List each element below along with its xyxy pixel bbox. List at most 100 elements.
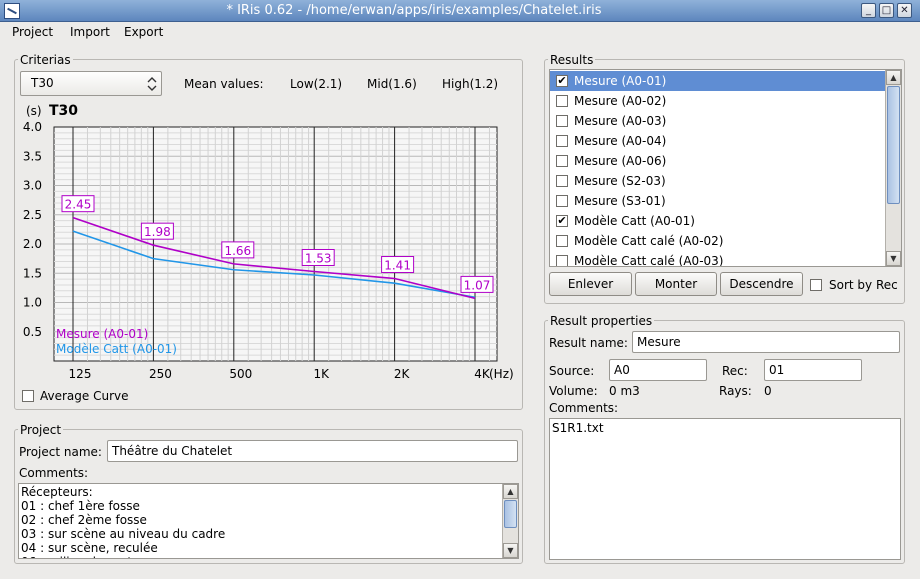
scroll-down-icon[interactable]: ▼ bbox=[503, 543, 518, 558]
result-comments-textarea[interactable]: S1R1.txt bbox=[549, 418, 901, 560]
project-name-field[interactable]: Théâtre du Chatelet bbox=[107, 440, 518, 462]
result-list-item[interactable]: Modèle Catt calé (A0-03) bbox=[550, 251, 886, 266]
source-field[interactable]: A0 bbox=[609, 359, 707, 381]
result-item-checkbox[interactable] bbox=[556, 115, 568, 127]
t30-chart: 4.03.53.02.52.01.51.00.5 125 250 500 1K 2K 4K… bbox=[23, 103, 514, 381]
data-label-text: 1.53 bbox=[305, 251, 332, 265]
chart-title: T30 bbox=[49, 103, 78, 119]
scroll-down-icon[interactable]: ▼ bbox=[886, 251, 901, 266]
app-icon bbox=[4, 3, 20, 19]
comment-line: 02 : chef 2ème fosse bbox=[21, 513, 147, 527]
mean-mid: Mid(1.6) bbox=[367, 77, 417, 91]
maximize-button[interactable]: □ bbox=[879, 3, 894, 18]
scroll-thumb[interactable] bbox=[887, 86, 900, 204]
result-name-label: Result name: bbox=[549, 336, 628, 350]
menu-bar: Project Import Export bbox=[0, 22, 920, 42]
result-item-label: Mesure (A0-02) bbox=[574, 94, 667, 108]
average-curve-checkbox[interactable] bbox=[22, 390, 34, 402]
x-axis-unit: (Hz) bbox=[489, 367, 514, 381]
close-button[interactable]: ✕ bbox=[897, 3, 912, 18]
menu-import[interactable]: Import bbox=[70, 24, 110, 40]
criteria-select[interactable]: T30 bbox=[20, 71, 162, 96]
chart-grid bbox=[54, 127, 497, 361]
project-comments-textarea[interactable]: Récepteurs: 01 : chef 1ère fosse 02 : chef… bbox=[18, 483, 519, 559]
criteria-select-value: T30 bbox=[31, 76, 54, 90]
result-list-item[interactable]: ✔ Modèle Catt (A0-01) bbox=[550, 211, 886, 231]
scroll-thumb[interactable] bbox=[504, 500, 517, 528]
x-tick-label: 1K bbox=[313, 367, 330, 381]
rec-field[interactable]: 01 bbox=[764, 359, 862, 381]
move-up-button[interactable]: Monter bbox=[635, 272, 717, 296]
y-axis-unit: (s) bbox=[26, 104, 42, 118]
result-item-checkbox[interactable] bbox=[556, 135, 568, 147]
project-comments-scrollbar[interactable]: ▲ ▼ bbox=[502, 484, 518, 558]
remove-button[interactable]: Enlever bbox=[549, 272, 632, 296]
scroll-up-icon[interactable]: ▲ bbox=[503, 484, 518, 499]
source-label: Source: bbox=[549, 364, 595, 378]
data-label-text: 1.07 bbox=[464, 278, 491, 292]
data-label: 1.07 bbox=[460, 275, 494, 293]
result-item-checkbox[interactable]: ✔ bbox=[556, 215, 568, 227]
y-tick-label: 0.5 bbox=[23, 325, 42, 339]
y-tick-label: 1.0 bbox=[23, 296, 42, 310]
window-title: * IRis 0.62 - /home/erwan/apps/iris/exam… bbox=[226, 3, 602, 18]
result-item-checkbox[interactable] bbox=[556, 155, 568, 167]
comment-line: 04 : sur scène, reculée bbox=[21, 541, 158, 555]
result-list-item[interactable]: Mesure (S3-01) bbox=[550, 191, 886, 211]
result-item-label: Mesure (S3-01) bbox=[574, 194, 666, 208]
data-label: 1.66 bbox=[221, 241, 255, 259]
legend-series-catt: Modèle Catt (A0-01) bbox=[56, 342, 177, 356]
sort-by-rec-checkbox[interactable] bbox=[810, 279, 822, 291]
result-list-item[interactable]: Mesure (A0-06) bbox=[550, 151, 886, 171]
volume-value: 0 m3 bbox=[609, 384, 640, 398]
y-tick-label: 3.0 bbox=[23, 179, 42, 193]
result-item-label: Mesure (S2-03) bbox=[574, 174, 666, 188]
data-label-text: 2.45 bbox=[65, 198, 92, 212]
results-scrollbar[interactable]: ▲ ▼ bbox=[885, 70, 901, 266]
menu-project[interactable]: Project bbox=[12, 24, 53, 40]
title-bar[interactable]: * IRis 0.62 - /home/erwan/apps/iris/exam… bbox=[0, 0, 920, 22]
y-tick-label: 1.5 bbox=[23, 266, 42, 280]
result-item-checkbox[interactable] bbox=[556, 195, 568, 207]
x-tick-labels: 125 250 500 1K 2K 4K bbox=[69, 367, 491, 381]
result-list-item[interactable]: Mesure (A0-04) bbox=[550, 131, 886, 151]
legend-series-mesure: Mesure (A0-01) bbox=[56, 327, 148, 341]
mean-values-label: Mean values: bbox=[184, 77, 264, 91]
rec-label: Rec: bbox=[722, 364, 748, 378]
volume-label: Volume: bbox=[549, 384, 598, 398]
result-list-item[interactable]: Modèle Catt calé (A0-02) bbox=[550, 231, 886, 251]
comment-line: 03 : sur scène au niveau du cadre bbox=[21, 527, 226, 541]
data-label-text: 1.98 bbox=[144, 225, 171, 239]
result-item-checkbox[interactable] bbox=[556, 175, 568, 187]
result-item-checkbox[interactable] bbox=[556, 235, 568, 247]
result-item-label: Mesure (A0-06) bbox=[574, 154, 667, 168]
comment-line: 06 : milieu du parterre bbox=[21, 555, 225, 558]
result-comments-label: Comments: bbox=[549, 401, 619, 415]
data-label: 1.53 bbox=[301, 248, 335, 266]
result-list-item[interactable]: Mesure (A0-02) bbox=[550, 91, 886, 111]
result-comments-text: S1R1.txt bbox=[552, 421, 604, 435]
data-label-text: 1.41 bbox=[384, 259, 411, 273]
results-list[interactable]: ✔ Mesure (A0-01) Mesure (A0-02) Mesure (A0-… bbox=[549, 69, 902, 267]
result-list-item[interactable]: Mesure (A0-03) bbox=[550, 111, 886, 131]
result-item-checkbox[interactable] bbox=[556, 95, 568, 107]
minimize-button[interactable]: _ bbox=[861, 3, 876, 18]
result-name-field[interactable]: Mesure bbox=[632, 331, 900, 353]
result-item-checkbox[interactable]: ✔ bbox=[556, 75, 568, 87]
average-curve-label: Average Curve bbox=[40, 389, 129, 403]
result-list-item[interactable]: Mesure (S2-03) bbox=[550, 171, 886, 191]
result-item-label: Mesure (A0-03) bbox=[574, 114, 667, 128]
menu-export[interactable]: Export bbox=[124, 24, 163, 40]
result-item-checkbox[interactable] bbox=[556, 255, 568, 266]
results-rows: ✔ Mesure (A0-01) Mesure (A0-02) Mesure (A0-… bbox=[550, 71, 886, 266]
x-tick-label: 250 bbox=[149, 367, 172, 381]
project-name-label: Project name: bbox=[19, 445, 102, 459]
result-list-item[interactable]: ✔ Mesure (A0-01) bbox=[550, 71, 886, 91]
x-tick-label: 2K bbox=[394, 367, 411, 381]
scroll-up-icon[interactable]: ▲ bbox=[886, 70, 901, 85]
x-tick-label: 125 bbox=[69, 367, 92, 381]
chevron-updown-icon bbox=[147, 76, 157, 91]
menu-import-label: Import bbox=[70, 25, 110, 39]
move-down-button[interactable]: Descendre bbox=[720, 272, 803, 296]
y-tick-label: 2.5 bbox=[23, 208, 42, 222]
